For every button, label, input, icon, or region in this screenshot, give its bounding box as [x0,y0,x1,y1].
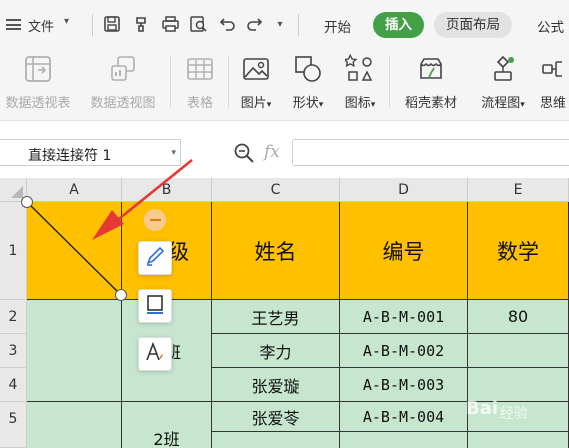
annotation-arrow [92,158,193,240]
watermark-logo: Bai [466,398,499,419]
watermark-text: 经验 [500,406,528,422]
